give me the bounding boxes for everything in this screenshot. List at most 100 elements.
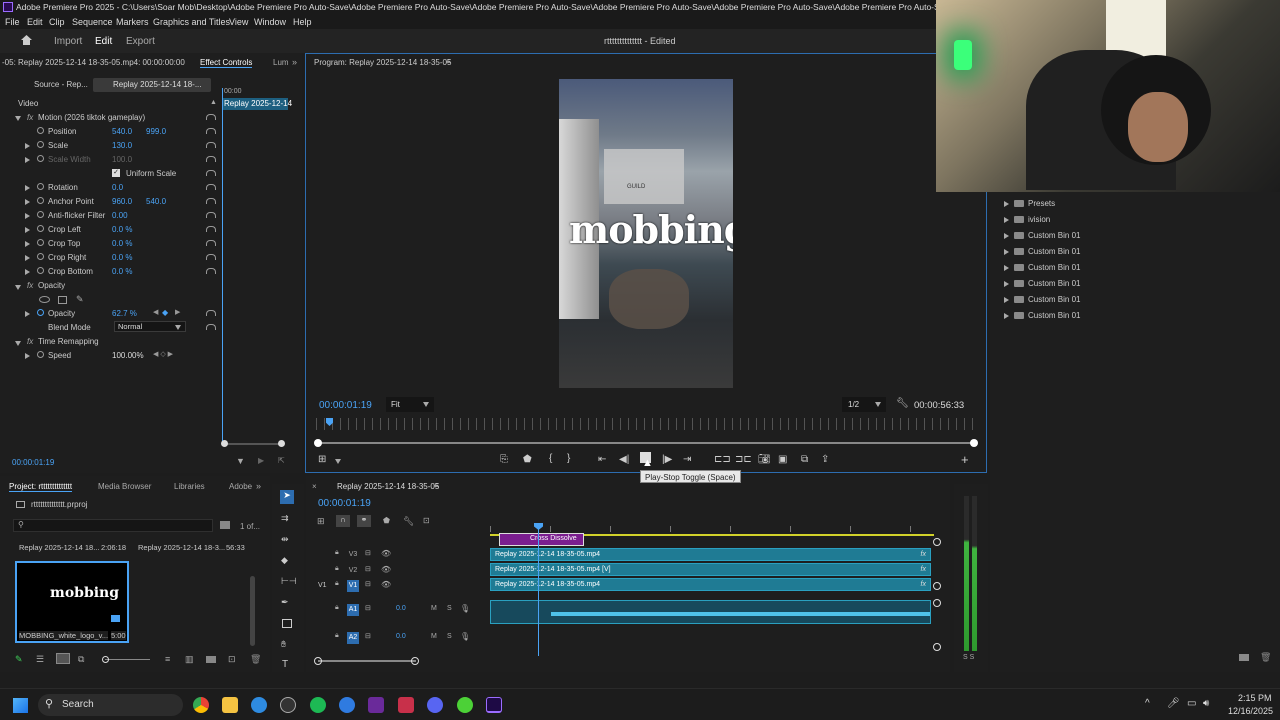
scale-reset-icon[interactable] xyxy=(206,142,216,148)
blend-reset-icon[interactable] xyxy=(206,324,216,330)
opacity-value[interactable]: 62.7 % xyxy=(112,309,137,318)
uniform-scale-checkbox[interactable]: ✓ xyxy=(112,169,120,177)
go-to-out-icon[interactable]: ⇥ xyxy=(683,454,691,465)
step-forward-icon[interactable]: |▶ xyxy=(662,454,672,465)
taskbar-search[interactable]: ⚲ Search xyxy=(38,694,183,716)
lock-icon[interactable]: 🔒︎ xyxy=(335,604,339,612)
sync-lock-icon[interactable]: ⊟ xyxy=(365,549,371,557)
timeline-close-icon[interactable]: × xyxy=(312,482,317,491)
tab-edit[interactable]: Edit xyxy=(95,36,112,47)
track-scroll-a1[interactable] xyxy=(933,599,941,607)
step-back-icon[interactable]: ◀| xyxy=(619,454,629,465)
tab-export[interactable]: Export xyxy=(126,36,155,47)
home-icon[interactable] xyxy=(21,35,32,45)
mute-icon[interactable]: M xyxy=(431,605,437,612)
speed-value[interactable]: 100.00% xyxy=(112,351,144,360)
freeform-view-icon[interactable]: ⧉ xyxy=(78,654,84,665)
mic-icon[interactable]: 🎙︎ xyxy=(460,604,470,613)
sort-icon[interactable]: ≡ xyxy=(165,654,170,664)
project-scrollbar[interactable] xyxy=(250,576,255,646)
new-search-bin-icon[interactable] xyxy=(220,521,230,529)
track-scroll-bottom[interactable] xyxy=(933,643,941,651)
start-icon[interactable] xyxy=(13,698,28,713)
clock-date[interactable]: 12/16/2025 xyxy=(1228,706,1273,716)
timeline-timecode[interactable]: 00:00:01:19 xyxy=(318,498,371,509)
clip-v1[interactable]: Replay 2025-12-14 18-35-05.mp4 fx xyxy=(490,578,931,591)
meter-solo-labels[interactable]: S S xyxy=(963,654,974,661)
menu-markers[interactable]: Markers xyxy=(116,17,149,27)
ellipse-mask-icon[interactable] xyxy=(39,296,50,303)
video-collapse-icon[interactable]: ▲ xyxy=(210,99,217,106)
bin-expand-icon[interactable] xyxy=(1004,281,1009,287)
mute-icon[interactable]: M xyxy=(431,633,437,640)
anti-flicker-value[interactable]: 0.00 xyxy=(112,211,128,220)
slip-icon[interactable]: ⊢⊣ xyxy=(281,576,297,587)
uniform-scale-reset-icon[interactable] xyxy=(206,170,216,176)
razor-icon[interactable]: ◆ xyxy=(281,555,288,566)
network-icon[interactable]: ▭ xyxy=(1187,698,1196,709)
track-scroll-mid[interactable] xyxy=(933,582,941,590)
crop-bottom-stopwatch-icon[interactable] xyxy=(37,267,44,274)
bin-expand-icon[interactable] xyxy=(1004,265,1009,271)
timeline-tab[interactable]: Replay 2025-12-14 18-35-05 xyxy=(337,482,439,491)
scale-value[interactable]: 130.0 xyxy=(112,141,132,150)
solo-toggle[interactable]: S xyxy=(447,633,452,640)
icon-view-icon[interactable] xyxy=(56,653,70,664)
pen-mask-icon[interactable]: ✎ xyxy=(76,294,84,305)
new-bin-icon[interactable] xyxy=(1239,654,1249,661)
keyframe-next-icon[interactable]: ▶ xyxy=(175,308,180,316)
clear-icon[interactable]: 🗑︎ xyxy=(250,654,261,665)
project-item-name[interactable]: Replay 2025-12-14 18-3... xyxy=(138,543,225,552)
trim-icon[interactable]: ⧉ xyxy=(801,454,808,465)
position-reset-icon[interactable] xyxy=(206,128,216,134)
nest-icon[interactable]: ⊞ xyxy=(317,516,325,527)
crop-top-reset-icon[interactable] xyxy=(206,240,216,246)
crop-left-expand-icon[interactable] xyxy=(25,227,30,233)
opacity-reset-icon[interactable] xyxy=(206,310,216,316)
menu-file[interactable]: File xyxy=(5,17,20,27)
anti-flicker-reset-icon[interactable] xyxy=(206,212,216,218)
crop-bottom-expand-icon[interactable] xyxy=(25,269,30,275)
chrome-icon[interactable] xyxy=(193,697,209,713)
tab-import[interactable]: Import xyxy=(54,36,82,47)
bin-expand-icon[interactable] xyxy=(1004,201,1009,207)
premiere-taskbar-icon[interactable] xyxy=(486,697,502,713)
rotation-expand-icon[interactable] xyxy=(25,185,30,191)
linked-selection-icon[interactable]: ⚭ xyxy=(357,515,371,527)
keyframe-add-icon[interactable]: ◆ xyxy=(162,308,168,317)
crop-top-value[interactable]: 0.0 % xyxy=(112,239,132,248)
find-icon[interactable] xyxy=(206,656,216,663)
sync-lock-icon[interactable]: ⊟ xyxy=(365,580,371,588)
zoom-slider-handle[interactable] xyxy=(102,656,109,663)
discord-icon[interactable] xyxy=(427,697,443,713)
tab-effect-controls[interactable]: Effect Controls xyxy=(200,58,253,68)
add-marker-icon[interactable]: ⬟ xyxy=(523,454,532,465)
speed-keyframe-icon[interactable]: ◀ ◇ ▶ xyxy=(153,350,173,358)
clip-v3[interactable]: Replay 2025-12-14 18-35-05.mp4 fx xyxy=(490,548,931,561)
chevron-down-icon[interactable] xyxy=(335,459,341,464)
scale-width-reset-icon[interactable] xyxy=(206,156,216,162)
eye-icon[interactable]: 👁︎ xyxy=(381,549,391,558)
anchor-point-expand-icon[interactable] xyxy=(25,199,30,205)
type-tool-icon[interactable]: T xyxy=(282,659,288,670)
timeline-menu-icon[interactable]: ≡ xyxy=(434,481,439,490)
opacity-expand-icon[interactable] xyxy=(25,311,30,317)
insert-icon[interactable]: ⊏⊐ xyxy=(714,454,731,465)
mark-in-icon[interactable]: { xyxy=(549,453,552,464)
bin-item[interactable]: Custom Bin 01 xyxy=(1004,262,1204,274)
eye-icon[interactable]: 👁︎ xyxy=(381,565,391,574)
track-volume[interactable]: 0.0 xyxy=(396,605,406,612)
panel-more-icon[interactable]: » xyxy=(256,481,261,491)
resolution-dropdown[interactable]: 1/2 xyxy=(842,397,886,412)
menu-sequence[interactable]: Sequence xyxy=(72,17,113,27)
timeline-scrollbar[interactable] xyxy=(318,660,416,662)
spotify-icon[interactable] xyxy=(310,697,326,713)
lock-icon[interactable]: 🔒︎ xyxy=(335,632,339,640)
audio-clip-a1[interactable] xyxy=(490,600,931,624)
bin-expand-icon[interactable] xyxy=(1004,313,1009,319)
play-audio-icon[interactable]: ▶ xyxy=(258,456,264,465)
program-menu-icon[interactable]: ≡ xyxy=(446,57,451,66)
solo-toggle[interactable]: S xyxy=(447,605,452,612)
wrench-icon[interactable]: 🔧︎ xyxy=(896,398,909,409)
speed-expand-icon[interactable] xyxy=(25,353,30,359)
